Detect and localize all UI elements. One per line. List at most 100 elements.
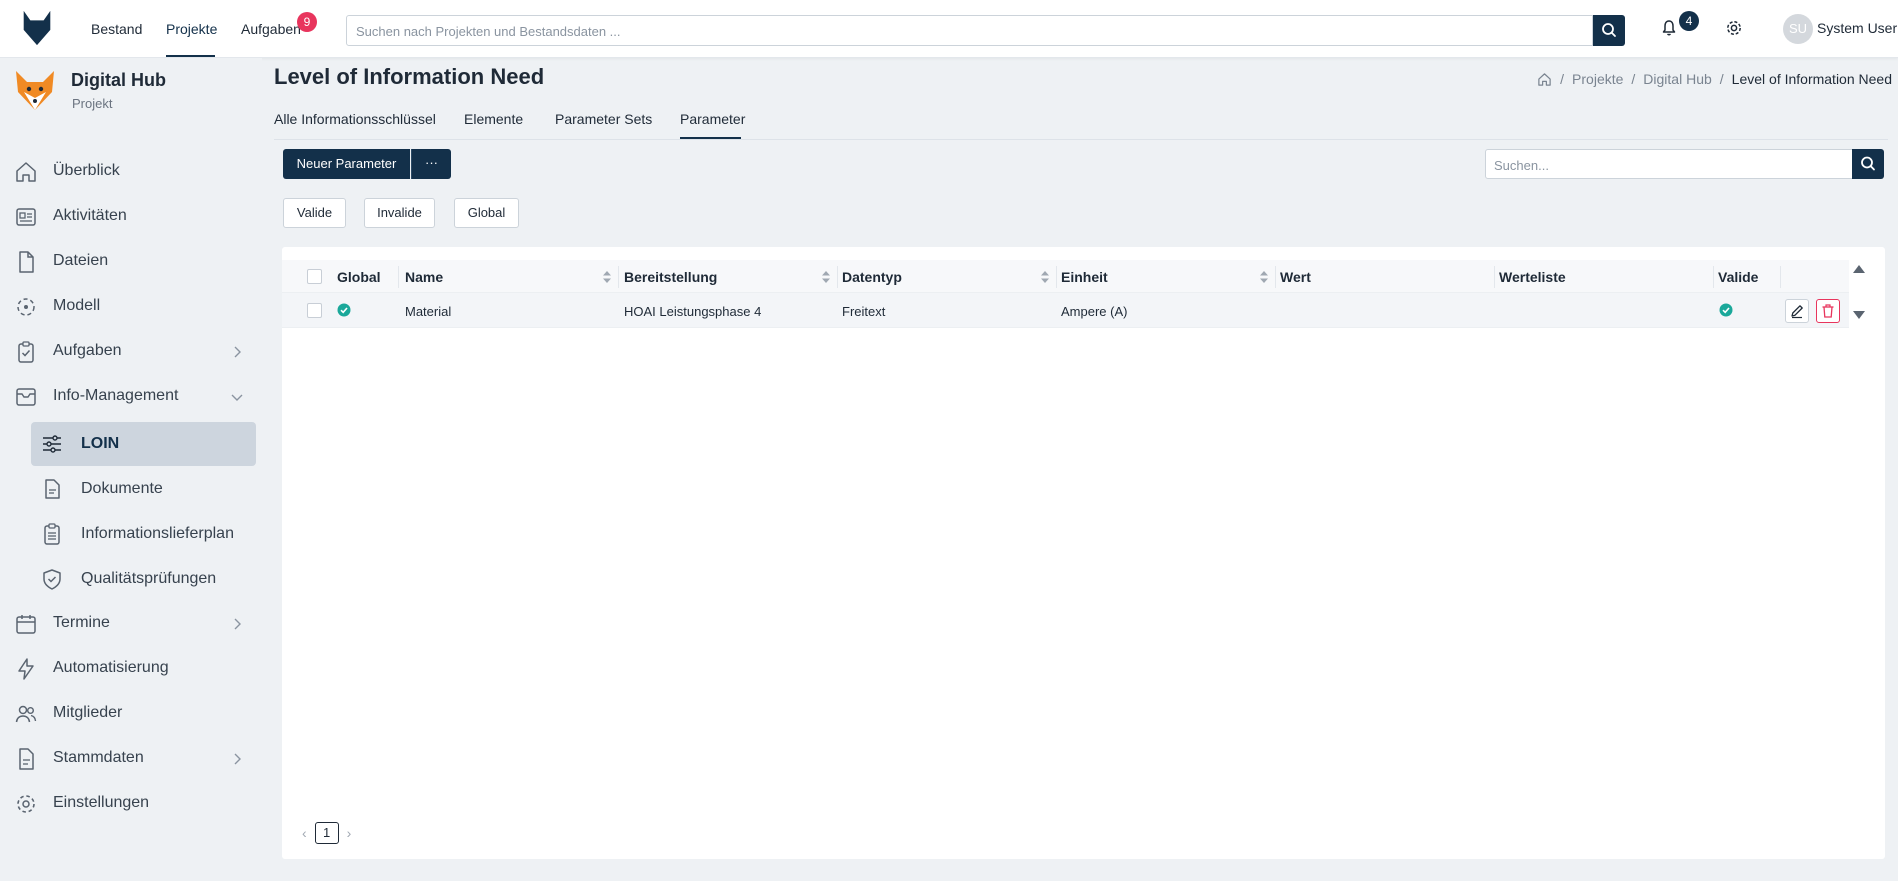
user-avatar[interactable]: SU: [1783, 14, 1813, 44]
nav-bestand[interactable]: Bestand: [91, 21, 142, 37]
table-row[interactable]: Material HOAI Leistungsphase 4 Freitext …: [282, 293, 1849, 328]
nav-projekte[interactable]: Projekte: [166, 21, 217, 37]
global-search-button[interactable]: [1593, 15, 1625, 46]
more-actions-button[interactable]: ···: [411, 149, 451, 179]
column-header-wert: Wert: [1280, 269, 1311, 285]
sort-icon[interactable]: [602, 270, 612, 284]
bell-icon[interactable]: [1660, 19, 1678, 37]
global-check-icon: [337, 303, 351, 317]
column-header-datentyp[interactable]: Datentyp: [842, 269, 902, 285]
column-header-global[interactable]: Global: [337, 269, 381, 285]
sidebar-item-label: Überblick: [53, 162, 120, 179]
new-parameter-button[interactable]: Neuer Parameter: [283, 149, 410, 179]
pagination: ‹ 1 ›: [302, 822, 351, 844]
sidebar-item-label: Termine: [53, 614, 110, 631]
search-icon: [1602, 23, 1616, 37]
sidebar-item-aktivitaeten[interactable]: Aktivitäten: [0, 196, 262, 236]
tab-parameter[interactable]: Parameter: [680, 111, 745, 127]
chevron-down-icon: [231, 394, 243, 401]
search-input[interactable]: Suchen...: [1485, 149, 1853, 179]
home-icon[interactable]: [1537, 72, 1552, 87]
sidebar-subitem-qualitaetspruefungen[interactable]: Qualitätsprüfungen: [31, 557, 256, 601]
model-cube-icon: [17, 298, 35, 316]
tab-parameter-sets[interactable]: Parameter Sets: [555, 111, 652, 127]
sidebar-item-aufgaben[interactable]: Aufgaben: [0, 331, 262, 371]
newspaper-icon: [16, 208, 36, 226]
page-title: Level of Information Need: [274, 64, 545, 89]
column-separator: [1713, 266, 1714, 288]
sidebar-item-modell[interactable]: Modell: [0, 286, 262, 326]
pagination-next-icon[interactable]: ›: [347, 825, 352, 841]
sidebar-item-automatisierung[interactable]: Automatisierung: [0, 648, 262, 688]
breadcrumb: / Projekte / Digital Hub / Level of Info…: [1537, 71, 1892, 87]
sidebar-item-label: Stammdaten: [53, 749, 144, 766]
column-header-name[interactable]: Name: [405, 269, 443, 285]
cell-name: Material: [405, 304, 452, 319]
sidebar-item-stammdaten[interactable]: Stammdaten: [0, 738, 262, 778]
inbox-icon: [16, 388, 36, 406]
filter-valide-button[interactable]: Valide: [283, 198, 346, 228]
fox-logo-icon[interactable]: [18, 9, 56, 47]
sidebar-subitem-label: Qualitätsprüfungen: [81, 570, 217, 587]
sidebar-subitem-dokumente[interactable]: Dokumente: [31, 467, 256, 511]
delete-button[interactable]: [1816, 299, 1840, 323]
sidebar-item-info-management[interactable]: Info-Management: [0, 376, 262, 416]
sidebar-item-label: Aufgaben: [53, 342, 122, 359]
sidebar-item-label: Automatisierung: [53, 659, 169, 676]
column-header-werteliste: Werteliste: [1499, 269, 1566, 285]
breadcrumb-projekte[interactable]: Projekte: [1572, 71, 1623, 87]
nav-aufgaben[interactable]: Aufgaben: [241, 21, 301, 37]
project-fox-logo-icon: [16, 71, 54, 110]
breadcrumb-project[interactable]: Digital Hub: [1643, 71, 1711, 87]
sidebar-item-dateien[interactable]: Dateien: [0, 241, 262, 281]
gear-icon: [17, 795, 35, 813]
tabs-divider: [274, 139, 1888, 140]
scroll-down-arrow[interactable]: [1853, 311, 1865, 319]
chevron-right-icon: [234, 346, 241, 358]
gear-icon[interactable]: [1724, 18, 1744, 38]
column-separator: [837, 266, 838, 288]
column-separator: [398, 266, 399, 288]
breadcrumb-separator: /: [1719, 71, 1724, 87]
row-checkbox[interactable]: [307, 303, 322, 318]
edit-button[interactable]: [1785, 299, 1809, 323]
sidebar-item-label: Dateien: [53, 252, 109, 269]
search-button[interactable]: [1852, 149, 1884, 179]
filter-global-button[interactable]: Global: [454, 198, 519, 228]
sidebar-subitem-label: Informationslieferplan: [81, 525, 234, 542]
global-search-placeholder: Suchen nach Projekten und Bestandsdaten …: [356, 24, 621, 39]
sidebar-subitem-informationslieferplan[interactable]: Informationslieferplan: [31, 512, 256, 556]
sidebar-subitem-label: Dokumente: [81, 480, 163, 497]
project-type: Projekt: [72, 96, 113, 111]
notifications-count-badge: 4: [1679, 11, 1699, 31]
sidebar-item-einstellungen[interactable]: Einstellungen: [0, 783, 262, 823]
sidebar-item-label: Einstellungen: [53, 794, 150, 811]
pencil-icon: [1791, 305, 1803, 319]
select-all-checkbox[interactable]: [307, 269, 322, 284]
column-separator: [1780, 266, 1781, 288]
sidebar-item-ueberblick[interactable]: Überblick: [0, 151, 262, 191]
table-header: Global Name Bereitstellung Datentyp Einh…: [282, 260, 1849, 293]
tab-elemente[interactable]: Elemente: [464, 111, 523, 127]
filter-invalide-button[interactable]: Invalide: [364, 198, 435, 228]
column-header-bereitstellung[interactable]: Bereitstellung: [624, 269, 717, 285]
sidebar-item-mitglieder[interactable]: Mitglieder: [0, 693, 262, 733]
column-header-valide: Valide: [1718, 269, 1759, 285]
global-search-input[interactable]: Suchen nach Projekten und Bestandsdaten …: [346, 15, 1593, 46]
file-icon: [19, 251, 34, 273]
pagination-prev-icon[interactable]: ‹: [302, 825, 307, 841]
tab-active-indicator: [680, 137, 741, 139]
sidebar-item-termine[interactable]: Termine: [0, 603, 262, 643]
project-name: Digital Hub: [71, 70, 166, 90]
column-header-einheit[interactable]: Einheit: [1061, 269, 1108, 285]
sidebar-subitem-loin[interactable]: LOIN: [31, 422, 256, 466]
clipboard-list-icon: [44, 523, 60, 545]
sort-icon[interactable]: [1040, 270, 1050, 284]
scroll-up-arrow[interactable]: [1853, 265, 1865, 273]
sidebar-item-label: Modell: [53, 297, 101, 314]
pagination-page[interactable]: 1: [314, 822, 339, 844]
sort-icon[interactable]: [821, 270, 831, 284]
sort-icon[interactable]: [1259, 270, 1269, 284]
tab-alle-informationsschluessel[interactable]: Alle Informationsschlüssel: [274, 111, 436, 127]
user-name[interactable]: System User: [1817, 20, 1897, 36]
